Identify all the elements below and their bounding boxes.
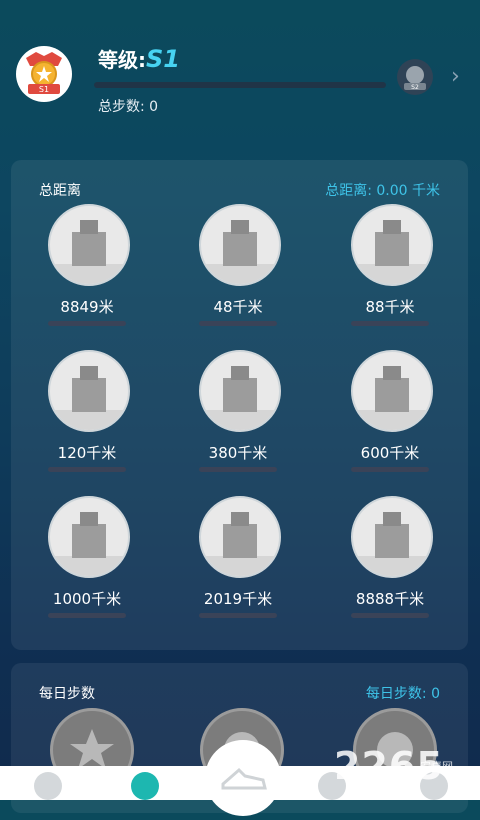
distance-medal[interactable]: 8888千米 [320, 496, 460, 626]
distance-medal[interactable]: 120千米 [17, 350, 157, 480]
skyscrapers-icon [351, 204, 433, 286]
cityscape-icon [351, 496, 433, 578]
church-icon [199, 496, 281, 578]
distance-medal-progress [199, 467, 277, 472]
distance-medal-progress [351, 613, 429, 618]
distance-medal-label: 8849米 [60, 298, 114, 316]
distance-medal-label: 120千米 [57, 444, 117, 462]
distance-medal-label: 88千米 [365, 298, 415, 316]
distance-medal-label: 1000千米 [52, 590, 122, 608]
start-walk-button[interactable] [205, 740, 281, 816]
distance-medal[interactable]: 600千米 [320, 350, 460, 480]
distance-card: 总距离 总距离: 0.00 千米 8849米 48千米 88千米 120千米 380千米… [11, 160, 468, 650]
total-steps: 总步数: 0 [98, 99, 159, 115]
daily-steps-title: 每日步数 [39, 686, 95, 702]
medal-tab-icon[interactable] [131, 772, 159, 800]
distance-medal-progress [199, 321, 277, 326]
distance-medal-progress [48, 613, 126, 618]
distance-medal[interactable]: 2019千米 [168, 496, 308, 626]
watermark-subtext: 安卓网 [420, 760, 453, 773]
distance-total: 总距离: 0.00 千米 [325, 183, 440, 199]
castle-icon [48, 204, 130, 286]
distance-medal-progress [48, 467, 126, 472]
shoe-icon [221, 767, 267, 790]
next-level-badge-icon[interactable]: S2 [396, 58, 434, 96]
distance-medal[interactable]: 8849米 [17, 204, 157, 334]
distance-medal-label: 600千米 [360, 444, 420, 462]
level-title: 等级:S1 [98, 44, 180, 73]
capitol-icon [48, 496, 130, 578]
distance-card-title: 总距离 [39, 183, 81, 199]
level-progress-bar [94, 82, 386, 88]
distance-medal-progress [351, 467, 429, 472]
distance-medal[interactable]: 380千米 [168, 350, 308, 480]
distance-medal[interactable]: 88千米 [320, 204, 460, 334]
temple-icon [351, 350, 433, 432]
distance-medal-progress [199, 613, 277, 618]
current-badge-text: S1 [39, 85, 49, 94]
daily-steps-total: 每日步数: 0 [365, 686, 440, 702]
level-value: S1 [146, 45, 180, 73]
distance-medal[interactable]: 48千米 [168, 204, 308, 334]
next-badge-text: S2 [411, 84, 419, 91]
distance-medal-label: 2019千米 [203, 590, 273, 608]
distance-medal-label: 8888千米 [355, 590, 425, 608]
skyline-icon [199, 204, 281, 286]
distance-medal-label: 48千米 [213, 298, 263, 316]
chevron-right-icon[interactable]: › [451, 64, 460, 89]
stats-tab-icon[interactable] [34, 772, 62, 800]
level-header: S1 等级:S1 总步数: 0 S2 › [0, 0, 480, 140]
distance-medal-label: 380千米 [208, 444, 268, 462]
level-badge-icon[interactable]: S1 [14, 44, 74, 104]
distance-medal-progress [351, 321, 429, 326]
distance-medal-progress [48, 321, 126, 326]
fortress-icon [48, 350, 130, 432]
level-prefix: 等级: [98, 48, 146, 72]
station-icon [199, 350, 281, 432]
distance-medal[interactable]: 1000千米 [17, 496, 157, 626]
